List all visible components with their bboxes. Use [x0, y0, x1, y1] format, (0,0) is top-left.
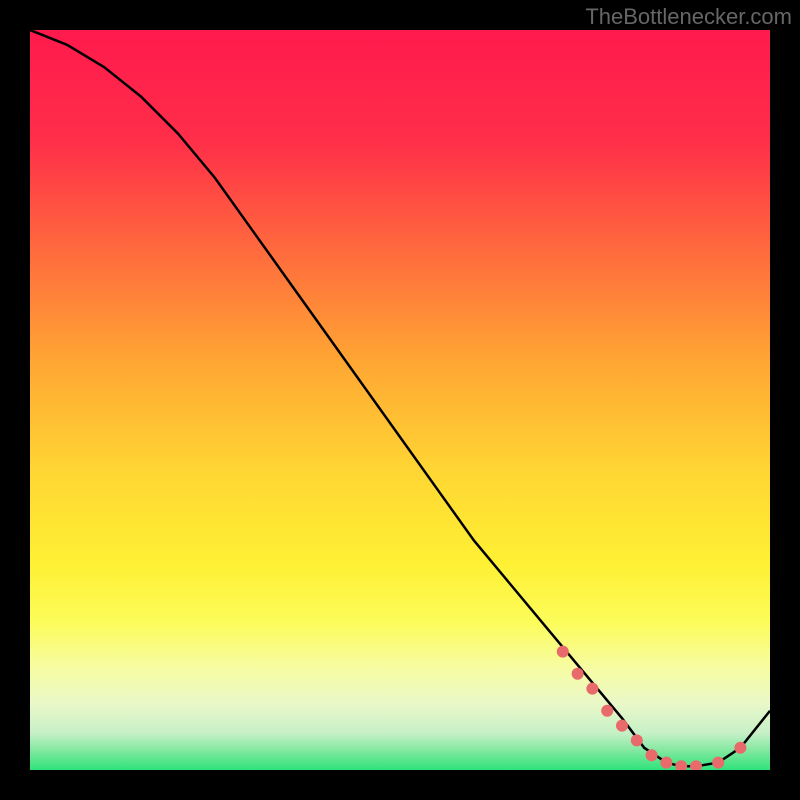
marker-point: [586, 683, 598, 695]
marker-point: [557, 646, 569, 658]
plot-area: [30, 30, 770, 770]
highlight-markers: [557, 646, 747, 770]
marker-point: [734, 742, 746, 754]
marker-point: [675, 760, 687, 770]
chart-container: TheBottlenecker.com: [0, 0, 800, 800]
marker-point: [631, 734, 643, 746]
attribution-text: TheBottlenecker.com: [585, 4, 792, 30]
marker-point: [601, 705, 613, 717]
bottleneck-curve: [30, 30, 770, 766]
marker-point: [690, 760, 702, 770]
marker-point: [616, 720, 628, 732]
marker-point: [712, 757, 724, 769]
marker-point: [572, 668, 584, 680]
curve-layer: [30, 30, 770, 770]
marker-point: [646, 749, 658, 761]
marker-point: [660, 757, 672, 769]
